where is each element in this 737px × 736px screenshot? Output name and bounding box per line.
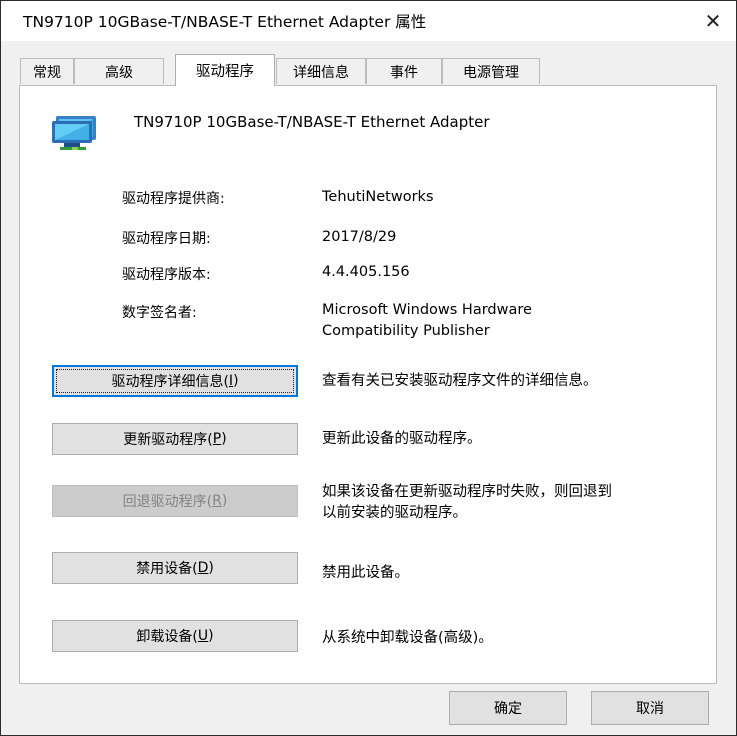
device-name: TN9710P 10GBase-T/NBASE-T Ethernet Adapt… <box>134 113 490 131</box>
tab-strip: 常规 高级 驱动程序 详细信息 事件 电源管理 <box>1 41 736 86</box>
driver-details-description: 查看有关已安装驱动程序文件的详细信息。 <box>322 373 598 389</box>
update-driver-description: 更新此设备的驱动程序。 <box>322 431 482 447</box>
update-driver-button[interactable]: 更新驱动程序(P) <box>52 423 298 455</box>
driver-details-button[interactable]: 驱动程序详细信息(I) <box>52 365 298 397</box>
provider-label: 驱动程序提供商: <box>122 191 225 207</box>
uninstall-device-button[interactable]: 卸载设备(U) <box>52 620 298 652</box>
date-value: 2017/8/29 <box>322 229 397 245</box>
provider-value: TehutiNetworks <box>322 189 434 205</box>
rollback-description-line1: 如果该设备在更新驱动程序时失败，则回退到 <box>322 484 612 500</box>
tab-events[interactable]: 事件 <box>366 58 442 84</box>
date-label: 驱动程序日期: <box>122 231 211 247</box>
version-label: 驱动程序版本: <box>122 267 211 283</box>
disable-device-description: 禁用此设备。 <box>322 565 409 581</box>
tab-advanced[interactable]: 高级 <box>74 58 164 84</box>
title-bar[interactable]: TN9710P 10GBase-T/NBASE-T Ethernet Adapt… <box>1 1 736 41</box>
cancel-button[interactable]: 取消 <box>591 691 709 725</box>
focus-rectangle <box>56 369 294 393</box>
rollback-driver-button: 回退驱动程序(R) <box>52 485 298 517</box>
signer-value-line1: Microsoft Windows Hardware <box>322 302 532 318</box>
uninstall-device-description: 从系统中卸载设备(高级)。 <box>322 630 493 646</box>
tab-general[interactable]: 常规 <box>20 58 74 84</box>
driver-tab-panel: TN9710P 10GBase-T/NBASE-T Ethernet Adapt… <box>19 85 717 684</box>
close-icon[interactable]: ✕ <box>690 1 736 41</box>
tab-power-management[interactable]: 电源管理 <box>442 58 540 84</box>
window-title: TN9710P 10GBase-T/NBASE-T Ethernet Adapt… <box>23 13 427 31</box>
signer-value: Microsoft Windows Hardware Compatibility… <box>322 300 532 342</box>
ok-button[interactable]: 确定 <box>449 691 567 725</box>
signer-value-line2: Compatibility Publisher <box>322 323 490 339</box>
rollback-driver-description: 如果该设备在更新驱动程序时失败，则回退到 以前安装的驱动程序。 <box>322 482 612 524</box>
properties-dialog: TN9710P 10GBase-T/NBASE-T Ethernet Adapt… <box>0 0 737 736</box>
disable-device-button[interactable]: 禁用设备(D) <box>52 552 298 584</box>
network-adapter-icon <box>52 116 96 150</box>
tab-driver[interactable]: 驱动程序 <box>175 54 275 86</box>
signer-label: 数字签名者: <box>122 305 197 321</box>
tab-details[interactable]: 详细信息 <box>276 58 366 84</box>
rollback-description-line2: 以前安装的驱动程序。 <box>322 505 467 521</box>
version-value: 4.4.405.156 <box>322 264 410 280</box>
